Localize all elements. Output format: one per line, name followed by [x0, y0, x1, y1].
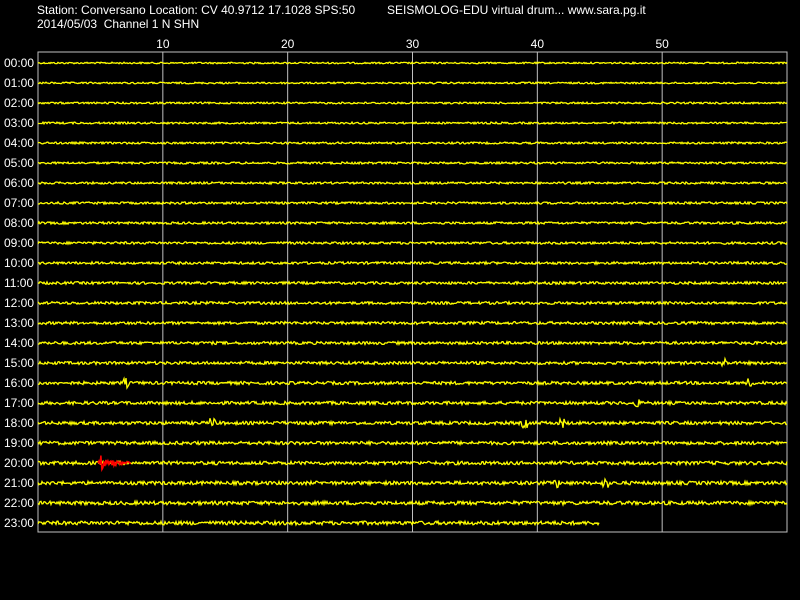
hour-label-0800: 08:00 [4, 216, 34, 230]
hour-label-1300: 13:00 [4, 316, 34, 330]
trace-row-0300 [38, 120, 788, 126]
hour-label-1200: 12:00 [4, 296, 34, 310]
hour-label-1000: 10:00 [4, 256, 34, 270]
trace-row-0600 [37, 180, 788, 186]
hour-label-1700: 17:00 [4, 396, 34, 410]
hour-label-2200: 22:00 [4, 496, 34, 510]
hour-label-0100: 01:00 [4, 76, 34, 90]
hour-label-2100: 21:00 [4, 476, 34, 490]
hour-label-1100: 11:00 [4, 276, 33, 290]
hour-label-1500: 15:00 [4, 356, 34, 370]
hour-label-0000: 00:00 [4, 56, 34, 70]
trace-row-0200 [37, 100, 788, 105]
trace-row-0100 [37, 81, 788, 85]
hour-label-0400: 04:00 [4, 136, 34, 150]
hour-label-0300: 03:00 [4, 116, 34, 130]
hour-label-1600: 16:00 [4, 376, 34, 390]
trace-row-0000 [37, 61, 788, 65]
x-tick-label-50: 50 [655, 37, 669, 51]
x-tick-label-20: 20 [281, 37, 295, 51]
hour-label-0700: 07:00 [4, 196, 34, 210]
seismogram-drum: 10 20 30 40 50 00:00 01:00 02:00 03:00 04:00 05:00… [4, 37, 788, 533]
trace-row-2300 [37, 518, 600, 527]
trace-row-1400 [37, 339, 788, 347]
hour-label-2300: 23:00 [4, 516, 34, 530]
hour-label-0600: 06:00 [4, 176, 34, 190]
hour-label-1400: 14:00 [4, 336, 34, 350]
trace-row-1100 [37, 280, 788, 286]
hour-label-0200: 02:00 [4, 96, 34, 110]
x-tick-label-10: 10 [156, 37, 170, 51]
hour-label-0500: 05:00 [4, 156, 34, 170]
x-tick-label-30: 30 [406, 37, 420, 51]
hour-label-2000: 20:00 [4, 456, 34, 470]
hour-label-0900: 09:00 [4, 236, 34, 250]
hour-label-1800: 18:00 [4, 416, 34, 430]
x-tick-label-40: 40 [531, 37, 545, 51]
hour-label-1900: 19:00 [4, 436, 34, 450]
